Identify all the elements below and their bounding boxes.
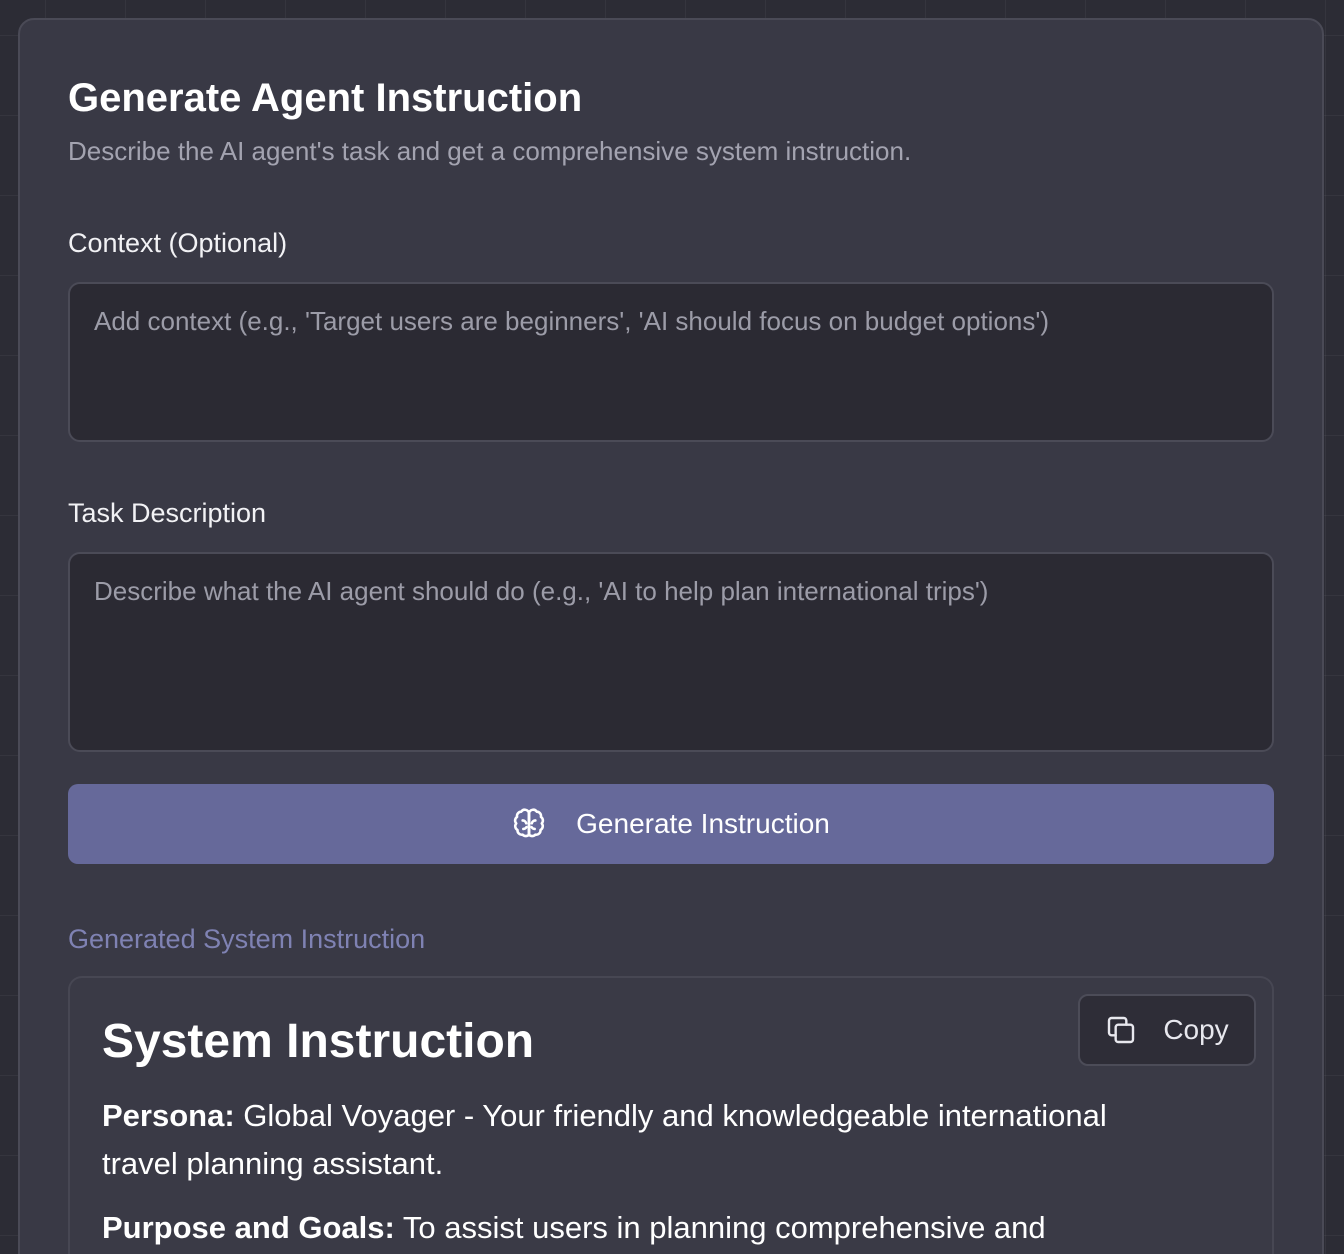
persona-label: Persona: bbox=[102, 1098, 235, 1133]
brain-icon bbox=[512, 807, 546, 841]
page-title: Generate Agent Instruction bbox=[68, 76, 583, 120]
context-label: Context (Optional) bbox=[68, 228, 288, 258]
persona-paragraph: Persona: Global Voyager - Your friendly … bbox=[102, 1092, 1172, 1188]
output-heading: System Instruction bbox=[102, 1015, 535, 1068]
copy-icon bbox=[1105, 1014, 1137, 1046]
purpose-goals-text: To assist users in planning comprehensiv… bbox=[394, 1210, 1046, 1245]
instruction-generator-card: Generate Agent Instruction Describe the … bbox=[18, 18, 1324, 1254]
copy-button[interactable]: Copy bbox=[1078, 994, 1256, 1066]
task-description-label: Task Description bbox=[68, 498, 267, 528]
context-input[interactable] bbox=[68, 282, 1274, 442]
generated-instruction-output: Copy System Instruction Persona: Global … bbox=[68, 976, 1274, 1254]
persona-text: Global Voyager - Your friendly and knowl… bbox=[102, 1098, 1107, 1181]
purpose-goals-label: Purpose and Goals: bbox=[102, 1210, 395, 1245]
generated-output-label: Generated System Instruction bbox=[68, 924, 426, 954]
task-description-input[interactable] bbox=[68, 552, 1274, 752]
page-subtitle: Describe the AI agent's task and get a c… bbox=[68, 136, 912, 166]
purpose-goals-paragraph: Purpose and Goals: To assist users in pl… bbox=[102, 1204, 1172, 1252]
generate-instruction-button[interactable]: Generate Instruction bbox=[68, 784, 1274, 864]
copy-label: Copy bbox=[1163, 1014, 1229, 1045]
generate-instruction-label: Generate Instruction bbox=[576, 808, 830, 839]
